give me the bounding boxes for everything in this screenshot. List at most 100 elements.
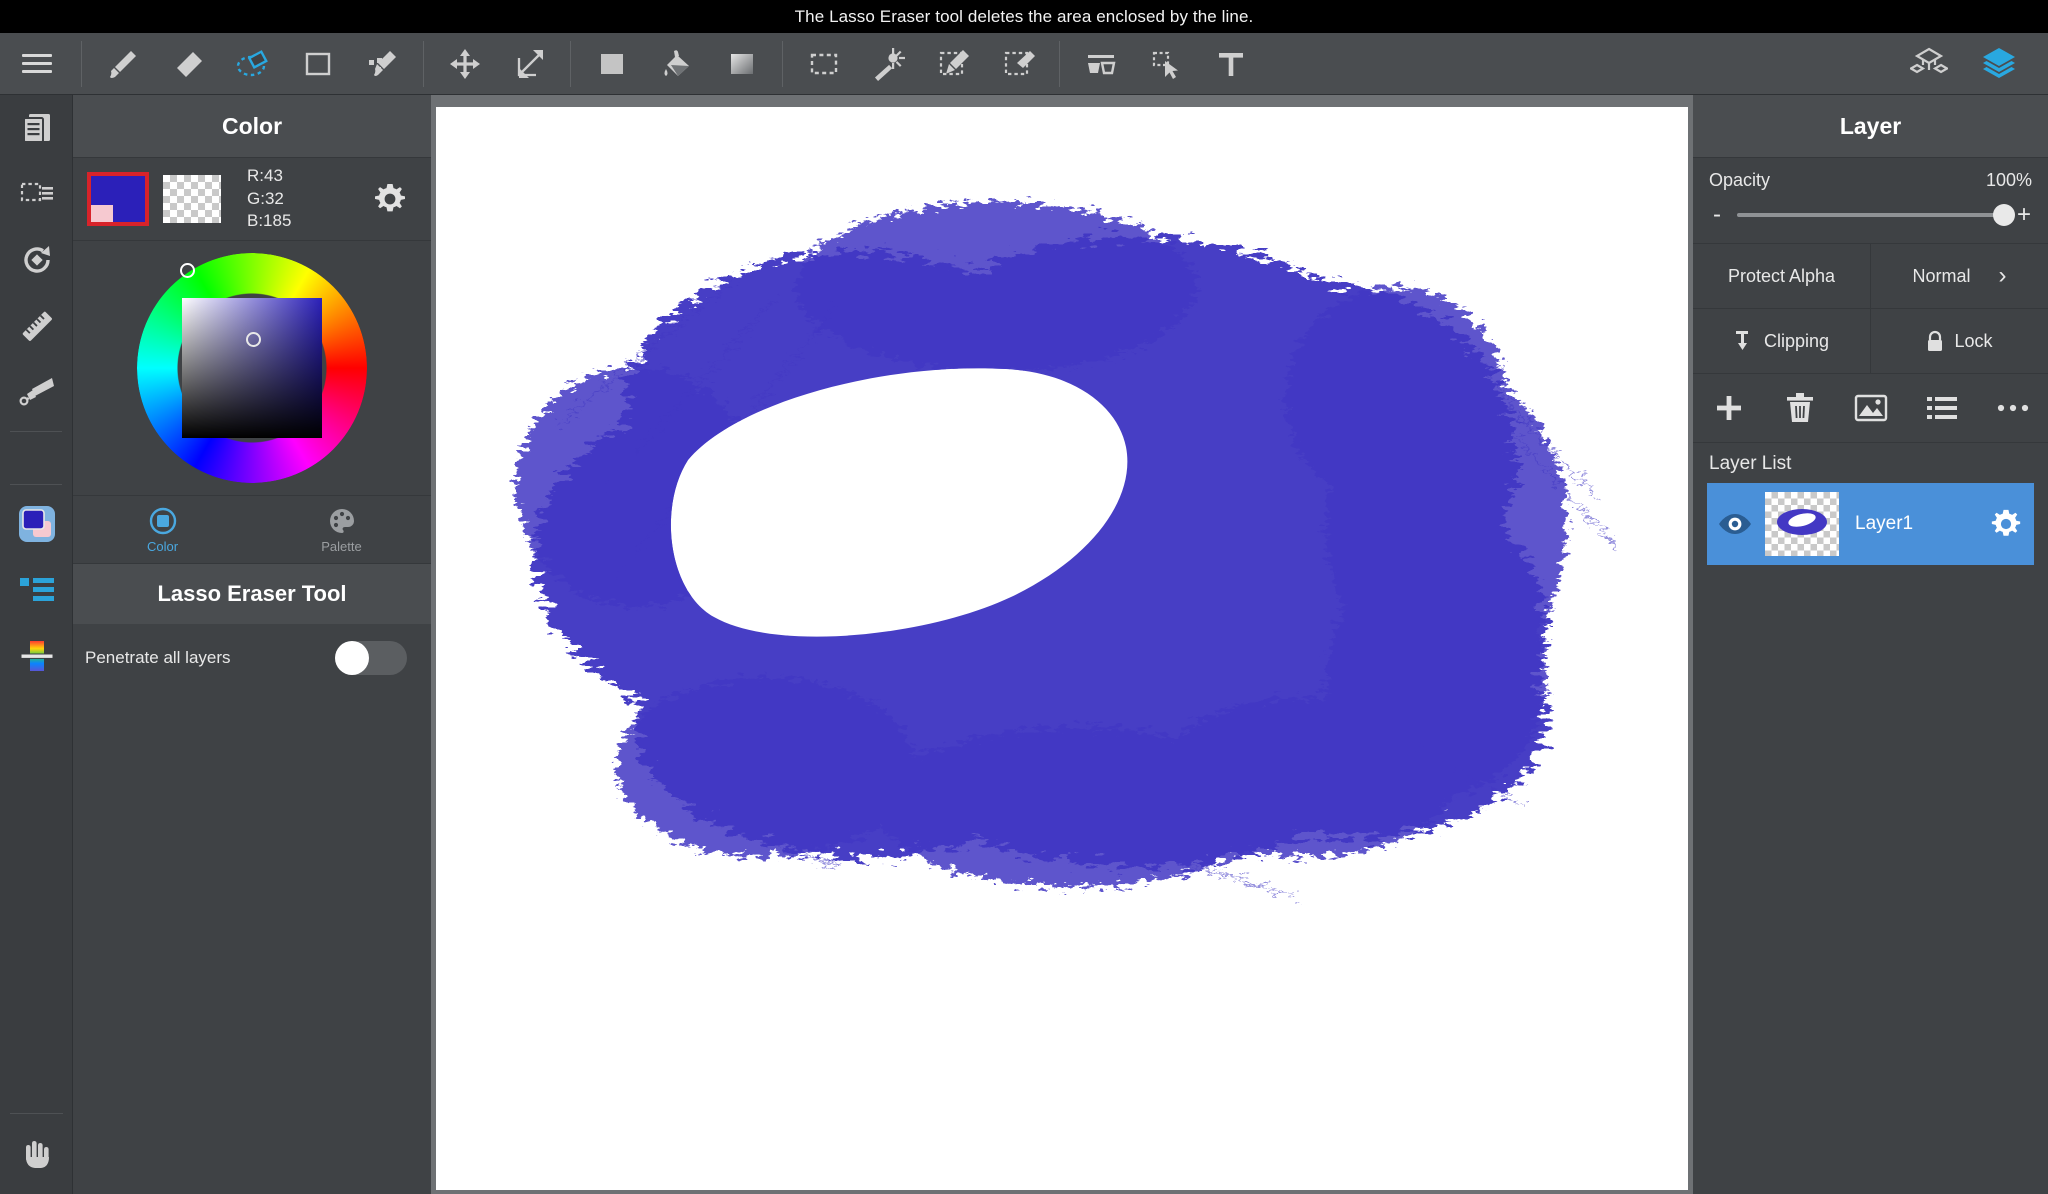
tab-color-label: Color <box>146 538 179 554</box>
penetrate-all-layers-toggle[interactable] <box>335 641 407 675</box>
rotate-icon[interactable] <box>0 227 73 293</box>
blend-mode-button[interactable]: Normal › <box>1871 244 2048 308</box>
select-tool-group <box>791 33 1051 95</box>
color-swatch-icon[interactable] <box>0 491 73 557</box>
move-tool[interactable] <box>432 33 497 95</box>
toolbar-divider <box>81 40 82 87</box>
transform-tool-group <box>432 33 562 95</box>
opacity-decrease-button[interactable]: - <box>1709 201 1725 229</box>
transform-tool[interactable] <box>497 33 562 95</box>
lock-icon <box>1928 330 1943 351</box>
tab-palette[interactable]: Palette <box>252 496 431 563</box>
operation-tool[interactable] <box>1133 33 1198 95</box>
menu-button[interactable] <box>0 33 73 95</box>
lock-button[interactable]: Lock <box>1871 309 2048 373</box>
rgb-values: R:43 G:32 B:185 <box>235 165 349 233</box>
text-tool[interactable] <box>1198 33 1263 95</box>
tab-color[interactable]: Color <box>73 496 252 563</box>
color-swatch-row: R:43 G:32 B:185 <box>73 158 431 241</box>
airbrush-icon[interactable] <box>0 359 73 425</box>
color-panel-title: Color <box>73 95 431 158</box>
marquee-select-tool[interactable] <box>791 33 856 95</box>
file-icon[interactable] <box>0 95 73 161</box>
toggle-knob <box>335 641 369 675</box>
toolbar-divider <box>423 40 424 87</box>
layer-panel-icon[interactable] <box>1964 33 2034 95</box>
artwork <box>516 202 1617 899</box>
more-options-button[interactable] <box>1985 380 2041 436</box>
eraser-tool[interactable] <box>155 33 220 95</box>
left-rail <box>0 95 73 1194</box>
clipping-label: Clipping <box>1763 330 1830 351</box>
opacity-slider-row: - + <box>1693 197 2048 243</box>
color-settings-gear-icon[interactable] <box>363 181 417 217</box>
toolbar-divider <box>1059 40 1060 87</box>
gradient-tool[interactable] <box>709 33 774 95</box>
opacity-label: Opacity <box>1709 170 1771 190</box>
top-toolbar <box>0 33 2048 95</box>
chevron-right-icon: › <box>1998 262 2007 289</box>
clipping-button[interactable]: Clipping <box>1693 309 1871 373</box>
ruler-icon[interactable] <box>0 293 73 359</box>
canvas-sheet[interactable] <box>436 107 1688 1190</box>
opacity-increase-button[interactable]: + <box>2016 201 2032 229</box>
layer-list-item[interactable]: Layer1 <box>1707 483 2034 565</box>
material-icon[interactable] <box>1894 33 1964 95</box>
draw-tool-group <box>90 33 415 95</box>
layer-options-button[interactable] <box>1914 380 1970 436</box>
protect-alpha-button[interactable]: Protect Alpha <box>1693 244 1871 308</box>
select-eraser-tool[interactable] <box>986 33 1051 95</box>
saturation-value-knob[interactable] <box>246 332 261 347</box>
saturation-value-box[interactable] <box>182 298 322 438</box>
brush-tool[interactable] <box>90 33 155 95</box>
select-pen-tool[interactable] <box>921 33 986 95</box>
layer-mode-row: Protect Alpha Normal › <box>1693 243 2048 308</box>
hue-knob[interactable] <box>180 263 195 278</box>
magic-wand-tool[interactable] <box>856 33 921 95</box>
foreground-color-swatch[interactable] <box>87 172 149 226</box>
toolbar-divider <box>782 40 783 87</box>
layer-settings-gear-icon[interactable] <box>1978 507 2034 541</box>
hint-text: The Lasso Eraser tool deletes the area e… <box>794 6 1254 26</box>
add-layer-button[interactable] <box>1701 380 1757 436</box>
background-color-corner <box>91 205 113 222</box>
opacity-slider-thumb[interactable] <box>1993 204 2015 226</box>
rgb-green: G:32 <box>247 188 284 208</box>
layer-panel-title: Layer <box>1693 95 2048 158</box>
brush-settings-icon[interactable] <box>0 557 73 623</box>
rail-divider <box>10 1113 63 1114</box>
polyline-tool[interactable] <box>350 33 415 95</box>
bucket-tool[interactable] <box>644 33 709 95</box>
color-tabs: Color Palette <box>73 496 431 564</box>
fill-tool-group <box>579 33 774 95</box>
fill-tool[interactable] <box>579 33 644 95</box>
rgb-blue: B:185 <box>247 211 292 231</box>
transparent-color-swatch[interactable] <box>163 175 221 223</box>
hamburger-icon <box>21 49 52 78</box>
rectangle-tool[interactable] <box>285 33 350 95</box>
color-wheel[interactable] <box>137 253 367 483</box>
canvas-area[interactable] <box>431 95 1693 1194</box>
protect-alpha-label: Protect Alpha <box>1727 265 1836 286</box>
split-view-tool[interactable] <box>1068 33 1133 95</box>
opacity-value: 100% <box>1985 170 2032 190</box>
tab-palette-label: Palette <box>321 538 362 554</box>
layer-visibility-toggle[interactable] <box>1707 512 1763 536</box>
duplicate-layer-button[interactable] <box>1843 380 1899 436</box>
hand-icon[interactable] <box>0 1120 73 1186</box>
toolbar-right-group <box>1894 33 2048 95</box>
layer-lock-row: Clipping Lock <box>1693 308 2048 373</box>
rail-bottom-group <box>0 1107 73 1186</box>
lasso-eraser-tool[interactable] <box>220 33 285 95</box>
lock-label: Lock <box>1954 330 1993 351</box>
layer-name-label: Layer1 <box>1855 513 1914 534</box>
clipping-icon <box>1735 331 1748 350</box>
tool-options-title: Lasso Eraser Tool <box>73 564 431 624</box>
opacity-slider[interactable] <box>1737 204 2015 226</box>
delete-layer-button[interactable] <box>1772 380 1828 436</box>
color-dock: Color R:43 G:32 B:185 Color Palette Lass… <box>73 95 431 1194</box>
selection-icon[interactable] <box>0 161 73 227</box>
palette-bar-icon[interactable] <box>0 623 73 689</box>
penetrate-all-layers-label: Penetrate all layers <box>85 648 231 667</box>
rail-divider <box>10 431 62 432</box>
